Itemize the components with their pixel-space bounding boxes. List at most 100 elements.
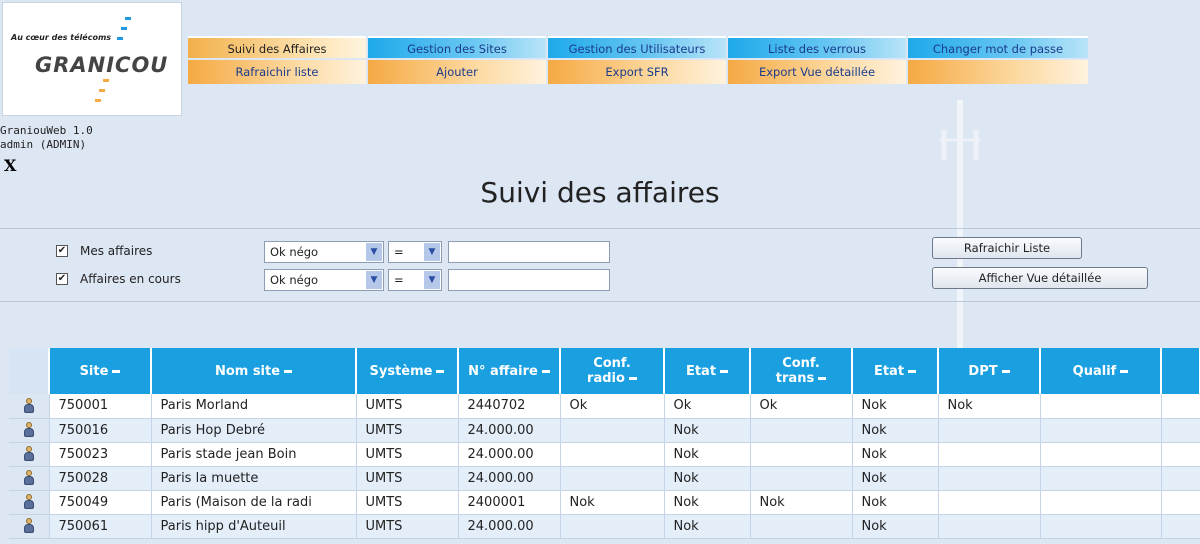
sort-icon[interactable]	[436, 369, 445, 373]
menu-gestion-sites[interactable]: Gestion des Sites	[368, 36, 546, 58]
operator-select[interactable]: = ▼	[388, 241, 442, 263]
cell-dpt	[938, 442, 1041, 467]
column-header-label: N° affaire	[468, 363, 538, 379]
menu-gestion-utilisateurs[interactable]: Gestion des Utilisateurs	[548, 36, 726, 58]
status-select[interactable]: Ok négo ▼	[264, 241, 384, 263]
cell-etat-trans: Nok	[852, 418, 939, 443]
row-icon-cell[interactable]	[9, 466, 50, 491]
submenu-export-vue-detaillee[interactable]: Export Vue détaillée	[728, 60, 906, 84]
cell-conf-trans: Nok	[750, 490, 853, 515]
user-icon[interactable]	[23, 470, 35, 486]
granicou-logo[interactable]: Au cœur des télécoms GRANICOU	[2, 2, 182, 116]
cell-conf-trans: Ok	[750, 394, 853, 419]
sort-icon[interactable]	[628, 377, 637, 380]
cell-nom-site: Paris Morland	[151, 394, 357, 419]
cell-site: 750023	[49, 442, 152, 467]
row-icon-cell[interactable]	[9, 418, 50, 443]
cell-nom-site: Paris hipp d'Auteuil	[151, 514, 357, 539]
user-icon[interactable]	[23, 518, 35, 534]
affaires-en-cours-label: Affaires en cours	[80, 272, 181, 286]
chevron-down-icon: ▼	[424, 271, 440, 289]
submenu-ajouter[interactable]: Ajouter	[368, 60, 546, 84]
sort-icon[interactable]	[284, 369, 293, 373]
cell-etat-radio: Nok	[664, 490, 751, 515]
cell-etat-trans: Nok	[852, 466, 939, 491]
logo-dash	[103, 79, 109, 82]
filter-row-mes-affaires: ✔ Mes affaires Ok négo ▼ = ▼	[56, 241, 616, 263]
column-header-etat-trans[interactable]: Etat	[852, 348, 939, 394]
menu-liste-verrous[interactable]: Liste des verrous	[728, 36, 906, 58]
status-select[interactable]: Ok négo ▼	[264, 269, 384, 291]
column-header-conf-radio[interactable]: Conf. radio	[560, 348, 665, 394]
table-row[interactable]: 750028 Paris la muette UMTS 24.000.00 Nok Nok	[9, 466, 1200, 491]
column-header-label: Conf.	[782, 356, 820, 371]
logout-icon[interactable]: X	[4, 156, 16, 175]
sort-icon[interactable]	[720, 369, 729, 373]
icon-column-header	[9, 348, 50, 394]
chevron-down-icon: ▼	[366, 243, 382, 261]
cell-systeme: UMTS	[356, 442, 459, 467]
refresh-list-button[interactable]: Rafraichir Liste	[932, 237, 1082, 259]
table-row[interactable]: 750016 Paris Hop Debré UMTS 24.000.00 Nok Nok	[9, 418, 1200, 443]
row-icon-cell[interactable]	[9, 490, 50, 515]
mes-affaires-checkbox[interactable]: ✔	[56, 245, 68, 257]
cell-nom-site: Paris la muette	[151, 466, 357, 491]
user-icon[interactable]	[23, 397, 35, 414]
operator-select[interactable]: = ▼	[388, 269, 442, 291]
column-header-qualif[interactable]: Qualif	[1040, 348, 1162, 394]
submenu-export-sfr[interactable]: Export SFR	[548, 60, 726, 84]
cell-qualif	[1040, 466, 1162, 491]
menu-suivi-affaires[interactable]: Suivi des Affaires	[188, 36, 366, 58]
column-header-numero-affaire[interactable]: N° affaire	[458, 348, 561, 394]
cell-etat-radio: Nok	[664, 514, 751, 539]
table-row[interactable]: 750001 Paris Morland UMTS 2440702 Ok Ok Ok Nok N…	[9, 394, 1200, 419]
user-icon[interactable]	[23, 494, 35, 510]
cell-systeme: UMTS	[356, 490, 459, 515]
user-icon[interactable]	[23, 446, 35, 462]
cell-site: 750061	[49, 514, 152, 539]
filter-value-input[interactable]	[448, 269, 610, 291]
sort-icon[interactable]	[908, 369, 917, 373]
submenu-rafraichir-liste[interactable]: Rafraichir liste	[188, 60, 366, 84]
cell-extra	[1161, 442, 1200, 467]
show-detailed-view-button[interactable]: Afficher Vue détaillée	[932, 267, 1148, 289]
column-header-etat-radio[interactable]: Etat	[664, 348, 751, 394]
cell-dpt	[938, 418, 1041, 443]
sort-icon[interactable]	[1001, 369, 1010, 373]
row-icon-cell[interactable]	[9, 514, 50, 539]
cell-qualif	[1040, 394, 1162, 419]
cell-dpt	[938, 514, 1041, 539]
filter-row-affaires-en-cours: ✔ Affaires en cours Ok négo ▼ = ▼	[56, 269, 616, 291]
column-header-conf-trans[interactable]: Conf. trans	[750, 348, 853, 394]
filter-value-input[interactable]	[448, 241, 610, 263]
table-row[interactable]: 750061 Paris hipp d'Auteuil UMTS 24.000.00 N…	[9, 514, 1200, 539]
row-icon-cell[interactable]	[9, 394, 50, 419]
sort-icon[interactable]	[112, 369, 121, 373]
operator-select-value: =	[394, 273, 404, 287]
column-header-dpt[interactable]: DPT	[938, 348, 1041, 394]
row-icon-cell[interactable]	[9, 442, 50, 467]
cell-site: 750049	[49, 490, 152, 515]
column-header-site[interactable]: Site	[49, 348, 152, 394]
cell-numero-affaire: 2400001	[458, 490, 561, 515]
cell-systeme: UMTS	[356, 394, 459, 419]
cell-etat-trans: Nok	[852, 490, 939, 515]
affaires-en-cours-checkbox[interactable]: ✔	[56, 273, 68, 285]
column-header-systeme[interactable]: Système	[356, 348, 459, 394]
cell-dpt	[938, 490, 1041, 515]
main-menu: Suivi des Affaires Gestion des Sites Ges…	[188, 36, 1088, 86]
sort-icon[interactable]	[818, 377, 827, 380]
app-version: GraniouWeb 1.0	[0, 124, 93, 137]
menu-changer-mot-de-passe[interactable]: Changer mot de passe	[908, 36, 1088, 58]
sort-icon[interactable]	[1120, 369, 1129, 373]
cell-qualif	[1040, 418, 1162, 443]
column-header-label: Conf.	[593, 356, 631, 371]
sort-icon[interactable]	[541, 369, 550, 373]
user-icon[interactable]	[23, 422, 35, 438]
page-title: Suivi des affaires	[480, 176, 720, 209]
table-row[interactable]: 750023 Paris stade jean Boin UMTS 24.000.00…	[9, 442, 1200, 467]
column-header-nom-site[interactable]: Nom site	[151, 348, 357, 394]
cell-etat-trans: Nok	[852, 442, 939, 467]
table-body: 750001 Paris Morland UMTS 2440702 Ok Ok Ok Nok N…	[9, 394, 1200, 539]
table-row[interactable]: 750049 Paris (Maison de la radi UMTS 240000…	[9, 490, 1200, 515]
